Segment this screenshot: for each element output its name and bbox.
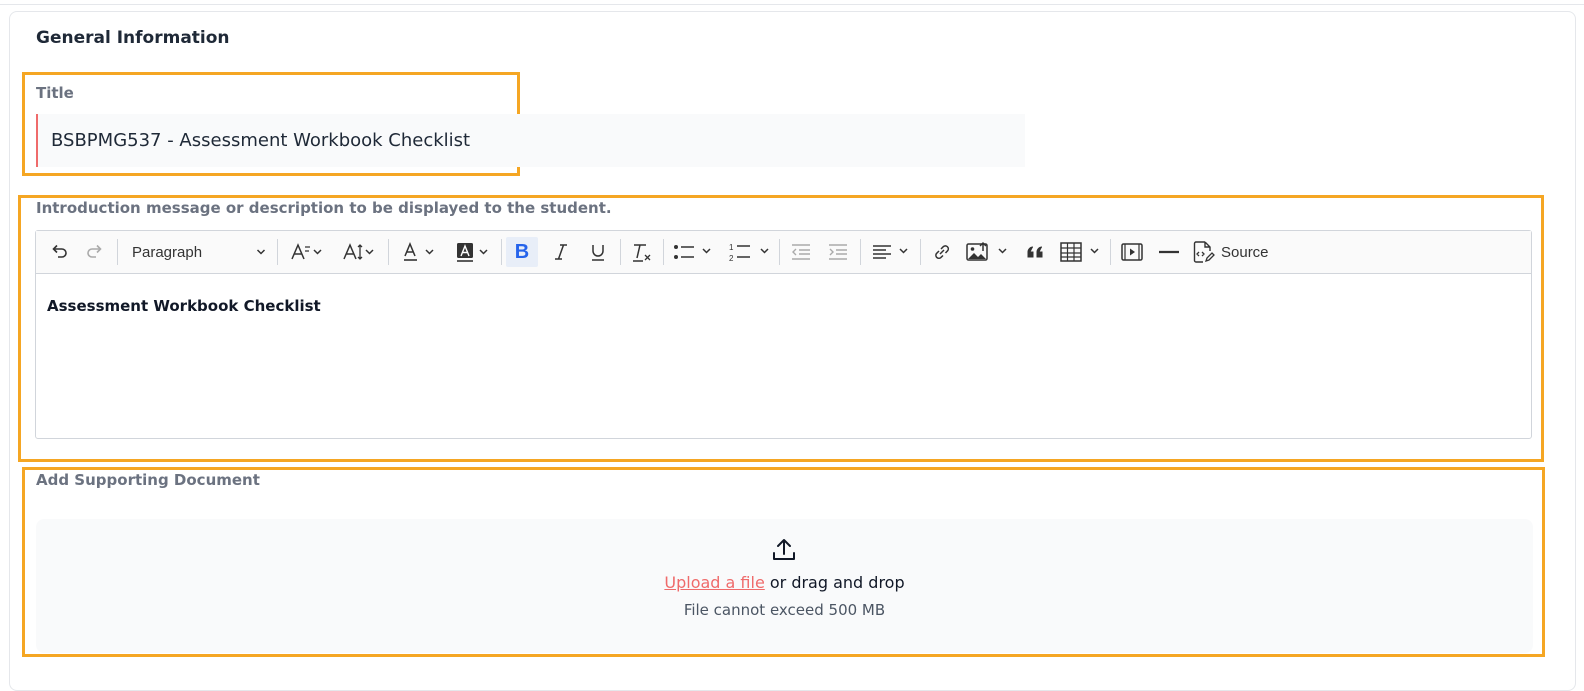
upload-instructions: Upload a file or drag and drop bbox=[36, 573, 1533, 592]
undo-button[interactable] bbox=[44, 237, 74, 267]
font-size-icon bbox=[291, 243, 322, 260]
toolbar-separator bbox=[620, 239, 621, 265]
top-divider bbox=[0, 4, 1584, 5]
source-code-icon bbox=[1193, 241, 1215, 263]
toolbar-separator bbox=[860, 239, 861, 265]
toolbar-separator bbox=[501, 239, 502, 265]
redo-icon bbox=[87, 244, 102, 258]
toolbar-separator bbox=[779, 239, 780, 265]
paragraph-select[interactable]: Paragraph bbox=[132, 237, 270, 267]
font-color-button[interactable] bbox=[396, 237, 442, 267]
undo-icon bbox=[52, 244, 67, 258]
insert-image-button[interactable] bbox=[962, 237, 1014, 267]
background-color-icon bbox=[457, 243, 488, 262]
line-height-icon bbox=[343, 243, 374, 260]
bold-button[interactable]: B bbox=[506, 237, 538, 267]
media-embed-icon bbox=[1121, 243, 1143, 261]
source-button[interactable]: Source bbox=[1191, 237, 1281, 267]
toolbar-separator bbox=[277, 239, 278, 265]
indent-icon bbox=[829, 244, 847, 260]
numbered-list-icon: 12 bbox=[729, 243, 769, 263]
block-quote-button[interactable] bbox=[1020, 237, 1052, 267]
table-icon bbox=[1060, 242, 1099, 262]
outdent-button[interactable] bbox=[785, 237, 817, 267]
rich-text-editor: Paragraph B 1 2 Source Assessment Workbo… bbox=[35, 230, 1532, 439]
upload-icon bbox=[773, 539, 795, 560]
title-label: Title bbox=[36, 84, 74, 102]
media-embed-button[interactable] bbox=[1116, 237, 1148, 267]
outdent-icon bbox=[792, 244, 810, 260]
underline-button[interactable] bbox=[582, 237, 614, 267]
svg-text:1: 1 bbox=[729, 243, 734, 252]
underline-icon bbox=[592, 245, 604, 261]
bulleted-list-button[interactable] bbox=[668, 237, 718, 267]
toolbar-separator bbox=[920, 239, 921, 265]
toolbar-separator bbox=[388, 239, 389, 265]
alignment-button[interactable] bbox=[867, 237, 917, 267]
editor-toolbar: Paragraph B 1 2 Source bbox=[36, 231, 1531, 274]
upload-file-link[interactable]: Upload a file bbox=[664, 573, 764, 592]
toolbar-separator bbox=[1110, 239, 1111, 265]
italic-icon bbox=[555, 244, 567, 260]
drag-drop-text: or drag and drop bbox=[764, 573, 905, 592]
remove-format-button[interactable] bbox=[626, 237, 658, 267]
file-dropzone[interactable]: Upload a file or drag and drop File cann… bbox=[36, 519, 1533, 653]
italic-button[interactable] bbox=[545, 237, 577, 267]
bulleted-list-icon bbox=[674, 245, 711, 259]
remove-format-icon bbox=[633, 244, 651, 262]
paragraph-select-value: Paragraph bbox=[132, 243, 203, 261]
bold-icon: B bbox=[514, 240, 530, 263]
title-input-value: BSBPMG537 - Assessment Workbook Checklis… bbox=[51, 130, 471, 151]
title-input[interactable]: BSBPMG537 - Assessment Workbook Checklis… bbox=[36, 114, 1025, 167]
insert-table-button[interactable] bbox=[1056, 237, 1108, 267]
supporting-doc-label: Add Supporting Document bbox=[36, 471, 260, 489]
source-button-label: Source bbox=[1221, 243, 1269, 261]
horizontal-line-icon bbox=[1159, 250, 1179, 254]
link-button[interactable] bbox=[926, 237, 958, 267]
toolbar-separator bbox=[663, 239, 664, 265]
toolbar-separator bbox=[117, 239, 118, 265]
insert-image-icon bbox=[966, 241, 1007, 261]
font-color-icon bbox=[404, 242, 434, 261]
background-color-button[interactable] bbox=[450, 237, 496, 267]
svg-text:2: 2 bbox=[729, 254, 734, 263]
indent-button[interactable] bbox=[822, 237, 854, 267]
file-size-limit: File cannot exceed 500 MB bbox=[683, 601, 886, 619]
numbered-list-button[interactable]: 12 bbox=[724, 237, 776, 267]
align-left-icon bbox=[873, 245, 908, 259]
redo-button[interactable] bbox=[80, 237, 110, 267]
intro-label: Introduction message or description to b… bbox=[36, 199, 612, 217]
section-title: General Information bbox=[36, 28, 230, 48]
link-icon bbox=[935, 245, 950, 260]
line-height-button[interactable] bbox=[336, 237, 382, 267]
quote-icon bbox=[1027, 246, 1043, 258]
font-size-button[interactable] bbox=[284, 237, 330, 267]
editor-content[interactable]: Assessment Workbook Checklist bbox=[47, 297, 321, 315]
chevron-down-icon bbox=[256, 249, 266, 255]
horizontal-line-button[interactable] bbox=[1153, 237, 1185, 267]
